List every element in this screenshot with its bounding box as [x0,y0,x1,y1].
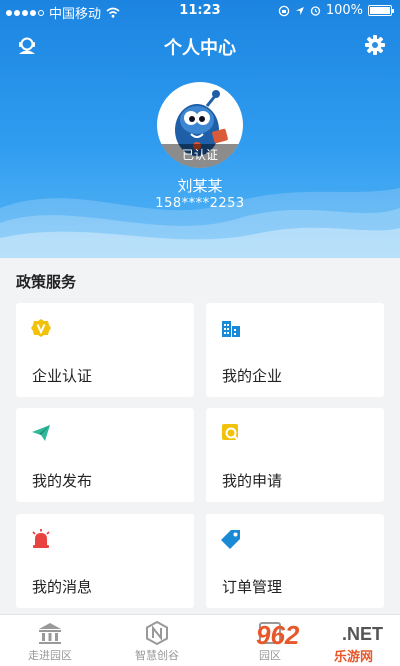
card-enterprise-certification[interactable]: 企业认证 [16,303,194,397]
card-my-publications[interactable]: 我的发布 [16,408,194,502]
card-label: 企业认证 [32,367,93,385]
building-icon [222,321,240,337]
tab-label: 智慧创谷 [135,649,179,662]
user-name: 刘某某 [177,177,223,195]
card-label: 我的企业 [222,367,283,385]
profile-header: 中国移动 11:23 100% 个人中心 已认证 刘某某 158****2253 [0,0,400,258]
tab-label: 走进园区 [28,649,72,662]
rotation-lock-icon [278,5,290,16]
search-doc-icon [222,424,239,441]
page-title: 个人中心 [164,38,236,59]
tab-smart-valley[interactable]: 智慧创谷 [107,615,207,666]
status-bar: 中国移动 11:23 100% [0,0,400,22]
card-label: 我的消息 [32,578,93,596]
tag-icon [221,530,240,549]
card-my-messages[interactable]: 我的消息 [16,514,194,608]
battery-percent: 100% [325,3,363,18]
watermark-net: .NET [342,624,384,644]
alarm-icon [310,6,320,16]
paper-plane-icon [32,425,50,441]
card-label: 我的发布 [32,472,93,490]
watermark-logo: 962 .NET 乐游网 [256,616,392,665]
card-my-applications[interactable]: 我的申请 [206,408,384,502]
hex-n-icon [146,620,168,646]
card-label: 订单管理 [222,578,283,596]
watermark-number: 962 [256,620,300,650]
card-my-enterprise[interactable]: 我的企业 [206,303,384,397]
navigation-bar: 个人中心 [0,28,400,62]
user-phone: 158****2253 [155,196,245,211]
museum-icon [39,623,61,644]
alarm-bell-icon [32,529,50,548]
avatar[interactable]: 已认证 [157,82,243,168]
vip-badge-icon [31,319,51,337]
card-order-management[interactable]: 订单管理 [206,514,384,608]
section-title: 政策服务 [16,273,77,291]
battery-icon [368,5,394,16]
verified-badge: 已认证 [157,144,243,168]
watermark-text: 乐游网 [334,650,374,665]
gear-icon[interactable] [364,34,386,56]
card-label: 我的申请 [222,472,283,490]
location-icon [295,6,304,15]
tab-enter-park[interactable]: 走进园区 [0,615,100,666]
